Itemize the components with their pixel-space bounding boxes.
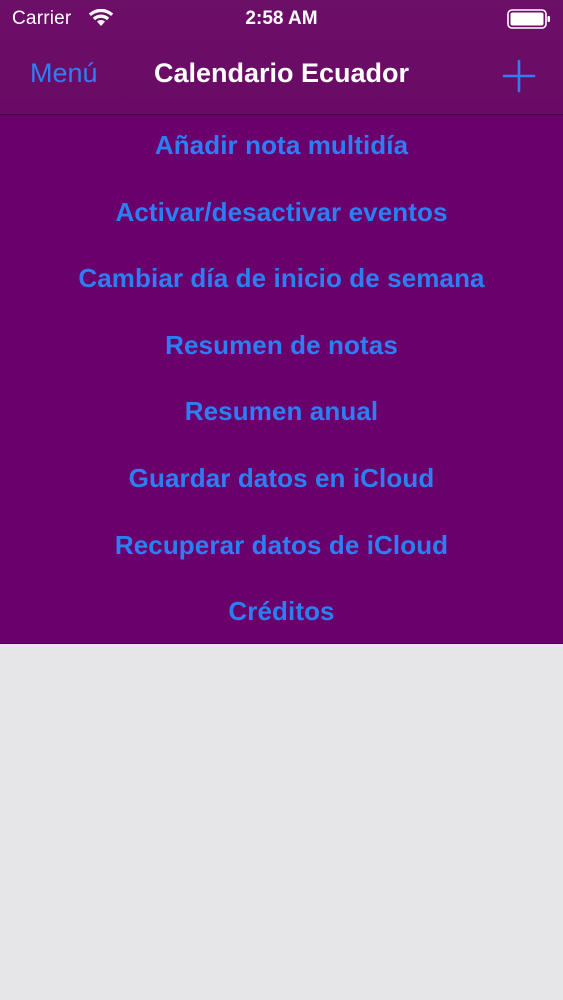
menu-item-notes-summary[interactable]: Resumen de notas [0, 327, 563, 394]
status-bar: Carrier 2:58 AM [0, 0, 563, 40]
app-screen: Carrier 2:58 AM Menú Calendario Ecuador [0, 0, 563, 1000]
menu-list: Añadir nota multidía Activar/desactivar … [0, 115, 563, 660]
header: Carrier 2:58 AM Menú Calendario Ecuador [0, 0, 563, 115]
menu-item-change-week-start[interactable]: Cambiar día de inicio de semana [0, 260, 563, 327]
battery-icon [507, 9, 550, 29]
menu-item-add-multiday-note[interactable]: Añadir nota multidía [0, 127, 563, 194]
navigation-bar: Menú Calendario Ecuador [0, 40, 563, 112]
menu-button[interactable]: Menú [30, 58, 98, 89]
menu-item-toggle-events[interactable]: Activar/desactivar eventos [0, 194, 563, 261]
menu-item-save-icloud[interactable]: Guardar datos en iCloud [0, 460, 563, 527]
menu-item-annual-summary[interactable]: Resumen anual [0, 393, 563, 460]
content-area [0, 644, 563, 1000]
plus-icon[interactable] [501, 58, 537, 94]
menu-panel: Añadir nota multidía Activar/desactivar … [0, 115, 563, 644]
menu-item-restore-icloud[interactable]: Recuperar datos de iCloud [0, 527, 563, 594]
status-time: 2:58 AM [245, 8, 318, 29]
